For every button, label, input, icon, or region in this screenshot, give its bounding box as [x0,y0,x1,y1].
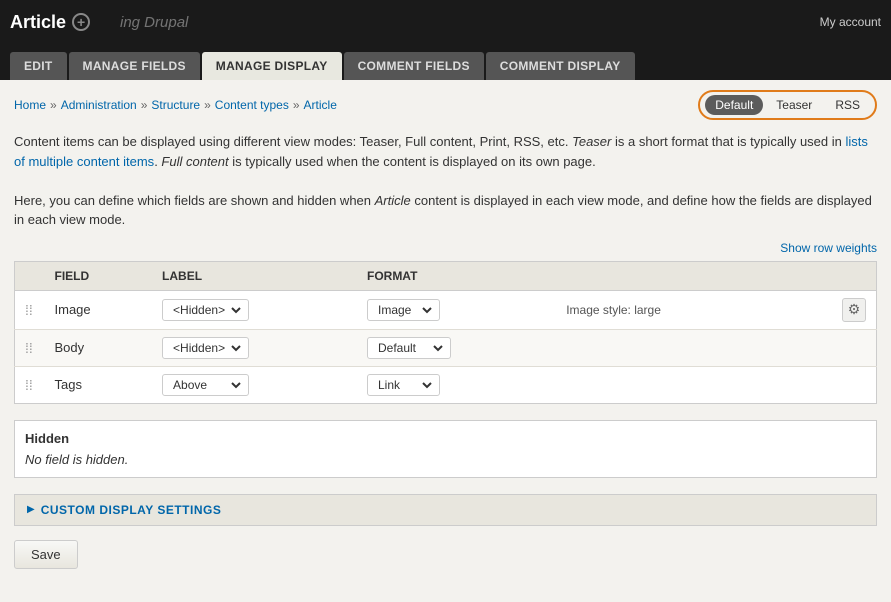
drupal-logo: ing Drupal [120,14,188,31]
description-block: Content items can be displayed using dif… [14,132,877,230]
header-row: FIELD LABEL FORMAT [15,261,877,290]
field-name-cell: Body [45,329,153,366]
tab-manage-fields[interactable]: MANAGE FIELDS [69,52,200,80]
drag-handle[interactable]: ⁞⁞ [25,302,33,318]
custom-settings-toggle[interactable]: ▶ CUSTOM DISPLAY SETTINGS [14,494,877,526]
save-button[interactable]: Save [14,540,78,569]
tab-edit[interactable]: EDIT [10,52,67,80]
page-title: Article + [10,12,90,33]
view-mode-tabs: Default Teaser RSS [698,90,877,120]
format-select[interactable]: DefaultPlain textTrimmed [372,340,446,356]
extra-cell [556,329,791,366]
th-extra [556,261,791,290]
breadcrumb-structure[interactable]: Structure [151,98,200,112]
add-icon[interactable]: + [72,13,90,31]
gear-cell: ⚙ [791,290,876,329]
lists-link[interactable]: lists of multiple content items [14,134,868,169]
drag-cell[interactable]: ⁞⁞ [15,290,45,329]
format-select[interactable]: ImageDefaultLink [372,302,435,318]
drag-cell[interactable]: ⁞⁞ [15,366,45,403]
th-format: FORMAT [357,261,556,290]
extra-cell: Image style: large [556,290,791,329]
table-header: FIELD LABEL FORMAT [15,261,877,290]
label-select[interactable]: <Hidden>AboveInlineHidden [167,340,244,356]
breadcrumb-row: Home » Administration » Structure » Cont… [14,90,877,120]
image-style-text: Image style: large [566,303,661,317]
sep1: » [50,98,57,112]
triangle-icon: ▶ [27,504,35,515]
article-title: Article [10,12,66,33]
field-name-cell: Image [45,290,153,329]
sep3: » [204,98,211,112]
breadcrumb-content-types[interactable]: Content types [215,98,289,112]
vm-tab-rss[interactable]: RSS [825,95,870,115]
tab-comment-display[interactable]: COMMENT DISPLAY [486,52,635,80]
hidden-title: Hidden [25,431,866,446]
hidden-section: Hidden No field is hidden. [14,420,877,478]
drag-handle[interactable]: ⁞⁞ [25,340,33,356]
label-cell[interactable]: <Hidden>AboveInlineHidden [152,329,357,366]
field-name-cell: Tags [45,366,153,403]
label-select[interactable]: <Hidden>AboveInlineHidden [167,377,244,393]
format-cell[interactable]: LinkDefault [357,366,556,403]
breadcrumb: Home » Administration » Structure » Cont… [14,98,337,112]
drag-cell[interactable]: ⁞⁞ [15,329,45,366]
breadcrumb-admin[interactable]: Administration [61,98,137,112]
th-drag [15,261,45,290]
table-body: ⁞⁞ Image <Hidden>AboveInlineHidden ImageDef… [15,290,877,403]
description-line1: Content items can be displayed using dif… [14,132,877,171]
show-row-weights-link[interactable]: Show row weights [780,241,877,255]
format-cell[interactable]: ImageDefaultLink [357,290,556,329]
fields-table: FIELD LABEL FORMAT ⁞⁞ Image <Hidden>AboveI… [14,261,877,404]
format-select[interactable]: LinkDefault [372,377,435,393]
format-cell[interactable]: DefaultPlain textTrimmed [357,329,556,366]
gear-cell [791,366,876,403]
description-line2: Here, you can define which fields are sh… [14,191,877,230]
custom-settings-label: CUSTOM DISPLAY SETTINGS [41,503,222,517]
vm-tab-default[interactable]: Default [705,95,763,115]
table-row: ⁞⁞ Tags <Hidden>AboveInlineHidden LinkDefau… [15,366,877,403]
table-row: ⁞⁞ Body <Hidden>AboveInlineHidden DefaultPl… [15,329,877,366]
settings-gear-button[interactable]: ⚙ [842,298,866,322]
th-actions [791,261,876,290]
vm-tab-teaser[interactable]: Teaser [766,95,822,115]
label-cell[interactable]: <Hidden>AboveInlineHidden [152,366,357,403]
label-cell[interactable]: <Hidden>AboveInlineHidden [152,290,357,329]
sep2: » [141,98,148,112]
tab-manage-display[interactable]: MANAGE DISPLAY [202,52,342,80]
th-label: LABEL [152,261,357,290]
extra-cell [556,366,791,403]
account-link[interactable]: My account [820,15,881,29]
drag-handle[interactable]: ⁞⁞ [25,377,33,393]
top-bar: Article + ing Drupal My account [0,0,891,44]
row-weights-container: Show row weights [14,240,877,255]
label-select[interactable]: <Hidden>AboveInlineHidden [167,302,244,318]
content-area: Home » Administration » Structure » Cont… [0,80,891,602]
gear-cell [791,329,876,366]
tab-comment-fields[interactable]: COMMENT FIELDS [344,52,484,80]
table-row: ⁞⁞ Image <Hidden>AboveInlineHidden ImageDef… [15,290,877,329]
hidden-empty: No field is hidden. [25,452,866,467]
breadcrumb-article: Article [304,98,337,112]
th-field: FIELD [45,261,153,290]
breadcrumb-home[interactable]: Home [14,98,46,112]
view-mode-container: Default Teaser RSS [698,90,877,120]
tab-row: EDIT MANAGE FIELDS MANAGE DISPLAY COMMEN… [0,44,891,80]
sep4: » [293,98,300,112]
